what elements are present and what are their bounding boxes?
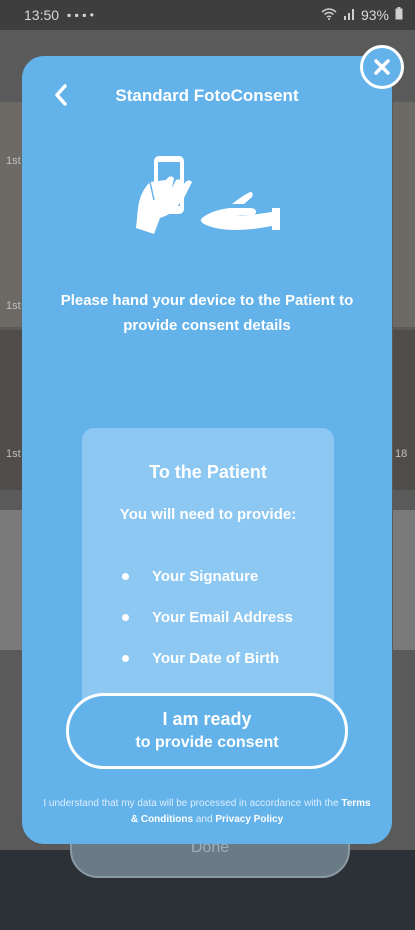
background-photo — [393, 510, 415, 650]
photo-label: 1st — [6, 155, 21, 167]
battery-text: 93% — [360, 7, 389, 23]
signal-icon — [343, 7, 355, 23]
ready-to-consent-button[interactable]: I am ready to provide consent — [66, 693, 348, 769]
patient-requirements-card: To the Patient You will need to provide:… — [82, 428, 334, 718]
background-photo — [393, 330, 415, 490]
privacy-link[interactable]: Privacy Policy — [215, 814, 283, 825]
photo-label: 1st — [6, 448, 21, 460]
photo-label: 18 — [395, 448, 408, 460]
requirements-list: Your Signature Your Email Address Your D… — [122, 556, 293, 679]
legal-prefix: I understand that my data will be proces… — [43, 798, 339, 809]
requirement-dob: Your Date of Birth — [152, 650, 280, 667]
legal-notice: I understand that my data will be proces… — [42, 796, 372, 828]
background-photo — [393, 102, 415, 327]
wifi-icon — [321, 7, 337, 23]
photo-label: 1st — [6, 300, 21, 312]
hand-device-illustration — [132, 152, 282, 238]
card-title: To the Patient — [149, 462, 267, 482]
card-subtitle: You will need to provide: — [119, 506, 297, 523]
notification-icons: ▪ ▪ ▪ • — [67, 8, 95, 22]
bullet-icon — [122, 573, 129, 580]
status-time: 13:50 — [24, 7, 60, 23]
list-item: Your Date of Birth — [122, 638, 293, 679]
close-button[interactable] — [360, 45, 404, 89]
list-item: Your Email Address — [122, 597, 293, 638]
requirement-signature: Your Signature — [152, 568, 259, 585]
legal-and: and — [195, 814, 213, 825]
background-photo — [0, 330, 22, 490]
background-photo — [0, 510, 22, 650]
bullet-icon — [122, 655, 129, 662]
hand-phone-icon — [136, 156, 192, 234]
close-icon — [374, 59, 390, 75]
consent-modal: Standard FotoConsent Please hand your de… — [22, 56, 392, 844]
ready-button-line2: to provide consent — [135, 734, 279, 751]
modal-title: Standard FotoConsent — [115, 86, 299, 105]
status-bar: 13:50 ▪ ▪ ▪ • 93% — [0, 0, 415, 30]
ready-button-line1: I am ready — [162, 709, 252, 729]
requirement-email: Your Email Address — [152, 609, 293, 626]
battery-icon — [395, 7, 403, 23]
list-item: Your Signature — [122, 556, 293, 597]
bullet-icon — [122, 614, 129, 621]
handover-instructions: Please hand your device to the Patient t… — [60, 292, 354, 334]
background-photo — [0, 102, 22, 327]
open-hand-icon — [200, 192, 280, 230]
